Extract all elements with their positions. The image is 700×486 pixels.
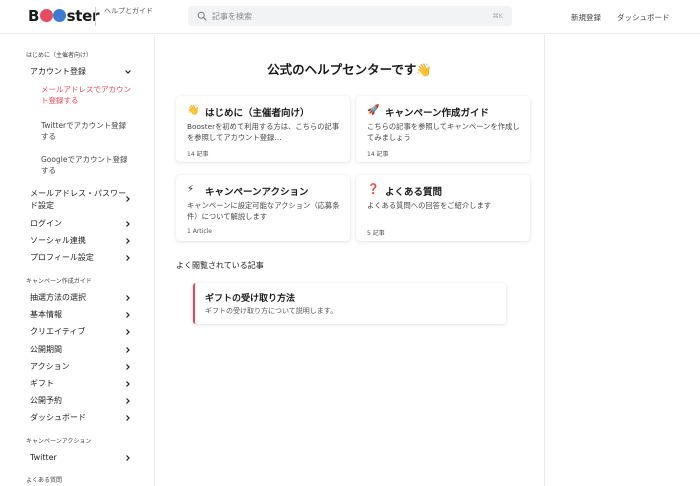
sidebar-section-faq: よくある質問: [26, 477, 63, 484]
card-article-count: 14 記事: [187, 151, 209, 158]
card-article-count: 5 記事: [367, 230, 385, 237]
sidebar-item-schedule[interactable]: 公開予約: [30, 395, 134, 407]
sidebar-section-intro: はじめに（主催者向け）: [26, 52, 93, 59]
page-title: 公式のヘルプセンターです👋: [267, 62, 432, 77]
search-placeholder: 記事を検索: [212, 12, 252, 21]
sidebar-subitem-google-registration[interactable]: Googleでアカウント登録する: [41, 154, 133, 176]
chevron-right-icon[interactable]: [124, 454, 132, 462]
popular-articles-heading: よく閲覧されている記事: [176, 261, 264, 270]
sidebar-subitem-twitter-registration[interactable]: Twitterでアカウント登録する: [41, 120, 133, 142]
card-title: よくある質問: [385, 187, 443, 198]
card-title: キャンペーンアクション: [205, 187, 309, 198]
chevron-right-icon[interactable]: [124, 363, 132, 371]
right-panel-border: [544, 35, 545, 486]
lightning-icon: ⚡: [187, 184, 195, 195]
chevron-down-icon[interactable]: [124, 68, 132, 76]
rocket-icon: 🚀: [367, 105, 380, 116]
logo-divider: [95, 7, 96, 26]
chevron-right-icon[interactable]: [124, 254, 132, 262]
sidebar-item-basic-info[interactable]: 基本情報: [30, 309, 134, 321]
sidebar-item-email-password[interactable]: メールアドレス・パスワード設定: [30, 188, 126, 212]
sidebar-item-dashboard[interactable]: ダッシュボード: [30, 412, 134, 424]
card-description: こちらの記事を参照してキャンペーンを作成してみましょう: [367, 122, 520, 142]
card-description: キャンペーンに設定可能なアクション（応募条件）について解説します: [187, 201, 340, 221]
chevron-right-icon[interactable]: [124, 346, 132, 354]
sidebar-section-actions: キャンペーンアクション: [26, 438, 92, 445]
search-icon: [197, 11, 207, 21]
card-article-count: 1 Article: [187, 228, 212, 235]
chevron-right-icon[interactable]: [124, 237, 132, 245]
sidebar-item-creative[interactable]: クリエイティブ: [30, 326, 134, 338]
card-title: はじめに（主催者向け）: [205, 108, 310, 119]
chevron-right-icon[interactable]: [124, 414, 132, 422]
sidebar-item-login[interactable]: ログイン: [30, 218, 134, 230]
chevron-right-icon[interactable]: [124, 195, 132, 203]
header: Bster ヘルプとガイド 記事を検索 ⌘K 新規登録 ダッシュボード: [0, 0, 700, 34]
category-card-guide[interactable]: 🚀 キャンペーン作成ガイド こちらの記事を参照してキャンペーンを作成してみましょ…: [356, 96, 530, 162]
sidebar-item-twitter[interactable]: Twitter: [30, 452, 134, 464]
chevron-right-icon[interactable]: [124, 328, 132, 336]
sidebar-item-period[interactable]: 公開期間: [30, 344, 134, 356]
chevron-right-icon[interactable]: [124, 380, 132, 388]
booster-logo[interactable]: Bster: [28, 7, 99, 25]
chevron-right-icon[interactable]: [124, 397, 132, 405]
nav-register-link[interactable]: 新規登録: [571, 12, 601, 23]
card-description: よくある質問への回答をご紹介します: [367, 201, 492, 210]
card-article-count: 14 記事: [367, 151, 389, 158]
logo-subtitle: ヘルプとガイド: [104, 7, 153, 15]
sidebar-item-social[interactable]: ソーシャル連携: [30, 235, 134, 247]
popular-article-gift[interactable]: ギフトの受け取り方法 ギフトの受け取り方について説明します。: [193, 283, 506, 324]
sidebar-item-profile[interactable]: プロフィール設定: [30, 252, 134, 264]
sidebar-subitem-email-registration[interactable]: メールアドレスでアカウント登録する: [41, 84, 133, 106]
category-card-actions[interactable]: ⚡ キャンペーンアクション キャンペーンに設定可能なアクション（応募条件）につい…: [176, 175, 350, 241]
logo-blue-dot: [53, 9, 67, 22]
search-shortcut: ⌘K: [492, 12, 503, 20]
chevron-right-icon[interactable]: [124, 220, 132, 228]
card-title: キャンペーン作成ガイド: [385, 108, 490, 119]
nav-dashboard-link[interactable]: ダッシュボード: [617, 12, 670, 23]
logo-red-dot: [39, 9, 53, 22]
category-card-faq[interactable]: ❓ よくある質問 よくある質問への回答をご紹介します 5 記事: [356, 175, 530, 241]
search-bar[interactable]: 記事を検索 ⌘K: [188, 6, 512, 26]
category-card-intro[interactable]: 👋 はじめに（主催者向け） Boosterを初めて利用する方は、こちらの記事を参…: [176, 96, 350, 162]
sidebar-item-account-registration[interactable]: アカウント登録: [30, 66, 134, 78]
logo-letter-b: B: [28, 7, 40, 25]
sidebar-section-guide: キャンペーン作成ガイド: [26, 278, 92, 285]
sidebar-item-gift[interactable]: ギフト: [30, 378, 134, 390]
chevron-right-icon[interactable]: [124, 311, 132, 319]
waving-hand-icon: 👋: [187, 105, 200, 116]
chevron-right-icon[interactable]: [124, 294, 132, 302]
article-description: ギフトの受け取り方について説明します。: [205, 307, 338, 315]
card-description: Boosterを初めて利用する方は、こちらの記事を参照してアカウント登録…: [187, 122, 340, 142]
sidebar-item-action[interactable]: アクション: [30, 361, 134, 373]
sidebar: はじめに（主催者向け） アカウント登録 メールアドレスでアカウント登録する Tw…: [0, 35, 155, 486]
article-title: ギフトの受け取り方法: [205, 294, 296, 304]
question-mark-icon: ❓: [367, 184, 380, 195]
sidebar-item-lottery[interactable]: 抽選方法の選択: [30, 292, 134, 304]
